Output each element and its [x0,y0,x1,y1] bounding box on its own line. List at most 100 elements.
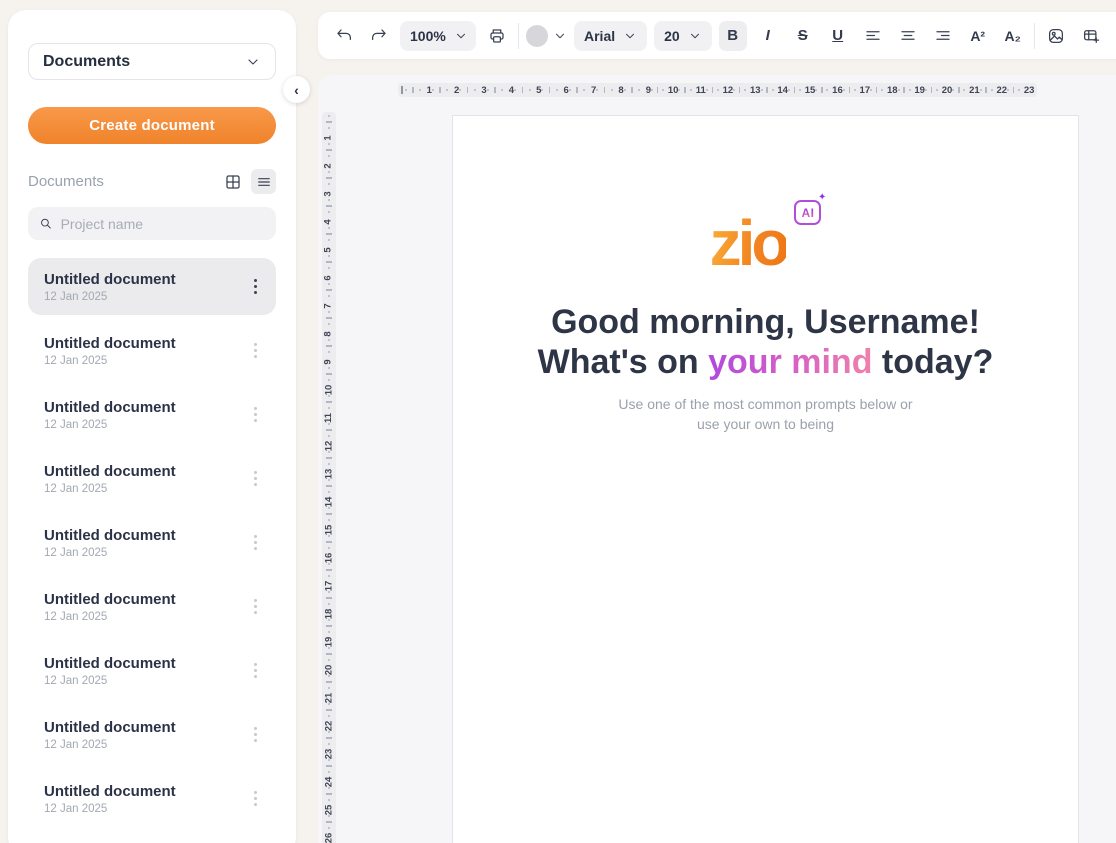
document-meta: Untitled document 12 Jan 2025 [44,527,244,559]
ruler-number: 13 [750,85,761,96]
ruler-unit: 19 [898,85,925,96]
document-list-item[interactable]: Untitled document 12 Jan 2025 [28,322,276,379]
ruler-unit: 21 [952,85,979,96]
document-meta: Untitled document 12 Jan 2025 [44,463,244,495]
document-list-item[interactable]: Untitled document 12 Jan 2025 [28,386,276,443]
strikethrough-label: S [798,27,808,44]
font-size-value: 20 [664,28,680,44]
document-title: Untitled document [44,719,244,736]
insert-table-button[interactable] [1077,21,1105,51]
superscript-button[interactable]: A² [964,21,992,51]
ruler-number: 21 [969,85,980,96]
insert-image-button[interactable] [1042,21,1070,51]
greeting-highlight: your mind [708,343,872,381]
list-view-button[interactable] [251,169,276,194]
document-date: 12 Jan 2025 [44,803,244,815]
workspace-selector-label: Documents [43,53,130,71]
align-right-button[interactable] [929,21,957,51]
subtitle-line2: use your own to being [697,416,834,432]
strikethrough-button[interactable]: S [789,21,817,51]
document-date: 12 Jan 2025 [44,739,244,751]
document-list: Untitled document 12 Jan 2025 Untitled d… [28,258,276,827]
ruler-number: 23 [324,749,334,760]
ruler-unit: 16 [815,85,842,96]
document-menu-button[interactable] [244,530,266,556]
ruler-unit: 13 [324,451,335,479]
ruler-number: 17 [860,85,871,96]
ruler-unit: 15 [788,85,815,96]
document-list-item[interactable]: Untitled document 12 Jan 2025 [28,578,276,635]
ruler-number: 17 [324,581,334,592]
greeting-heading: Good morning, Username! What's on your m… [453,302,1078,382]
ruler-number: 11 [324,413,334,423]
ruler-number: 14 [324,497,334,508]
ruler-number: 16 [324,553,334,564]
ruler-unit: 7 [569,85,596,96]
document-menu-button[interactable] [244,402,266,428]
ruler-number: 10 [324,385,334,396]
font-family-select[interactable]: Arial [574,21,647,51]
undo-button[interactable] [330,21,358,51]
document-menu-button[interactable] [244,786,266,812]
ruler-number: 19 [914,85,925,96]
chevron-down-icon [245,54,261,70]
document-menu-button[interactable] [244,658,266,684]
document-list-item[interactable]: Untitled document 12 Jan 2025 [28,706,276,763]
ruler-number: 12 [723,85,734,96]
ruler-unit: 22 [980,85,1007,96]
align-center-button[interactable] [894,21,922,51]
document-list-item[interactable]: Untitled document 12 Jan 2025 [28,642,276,699]
grid-view-button[interactable] [220,169,245,194]
italic-button[interactable]: I [754,21,782,51]
color-swatch [526,25,548,47]
underline-button[interactable]: U [824,21,852,51]
ruler-unit: 17 [324,563,335,591]
document-page[interactable]: zio AI ✦ Good morning, Username! What's … [452,115,1079,843]
ruler-unit: 1 [405,85,432,96]
comment-button[interactable] [1112,21,1116,51]
zoom-select[interactable]: 100% [400,21,476,51]
document-menu-button[interactable] [244,274,266,300]
print-button[interactable] [483,21,511,51]
document-list-item[interactable]: Untitled document 12 Jan 2025 [28,770,276,827]
ruler-unit: 18 [324,591,335,619]
list-view-icon [256,174,272,190]
document-menu-button[interactable] [244,594,266,620]
collapse-chevron-icon: ‹ [294,82,299,98]
ruler-number: 9 [324,359,334,364]
align-left-button[interactable] [859,21,887,51]
ruler-unit: 21 [324,675,335,703]
workspace-selector[interactable]: Documents [28,43,276,80]
bold-label: B [727,27,738,44]
document-list-item[interactable]: Untitled document 12 Jan 2025 [28,450,276,507]
redo-button[interactable] [365,21,393,51]
ruler-unit: 5 [326,227,332,255]
bold-button[interactable]: B [719,21,747,51]
document-menu-button[interactable] [244,722,266,748]
document-meta: Untitled document 12 Jan 2025 [44,591,244,623]
ruler-unit: 15 [324,507,335,535]
document-title: Untitled document [44,591,244,608]
ruler-unit: 3 [326,171,332,199]
undo-icon [335,26,353,46]
ruler-unit: 19 [324,619,335,647]
document-list-item[interactable]: Untitled document 12 Jan 2025 [28,258,276,315]
toolbar: 100% Arial 20 B I S U A² [318,12,1116,59]
search-input[interactable] [61,216,265,232]
document-menu-button[interactable] [244,338,266,364]
document-menu-button[interactable] [244,466,266,492]
search-box[interactable] [28,207,276,240]
font-size-select[interactable]: 20 [654,21,712,51]
text-color-picker[interactable] [526,25,567,47]
ruler-number: 1 [324,135,334,140]
subscript-button[interactable]: A₂ [999,21,1027,51]
create-document-button[interactable]: Create document [28,107,276,144]
align-right-icon [934,26,952,45]
ruler-unit: 11 [324,395,334,423]
ruler-unit: 1 [326,115,332,143]
ruler-unit: 8 [326,311,332,339]
ruler-unit: 12 [324,423,335,451]
document-list-item[interactable]: Untitled document 12 Jan 2025 [28,514,276,571]
ruler-number: 21 [324,693,334,704]
sidebar-collapse-button[interactable]: ‹ [283,76,310,103]
